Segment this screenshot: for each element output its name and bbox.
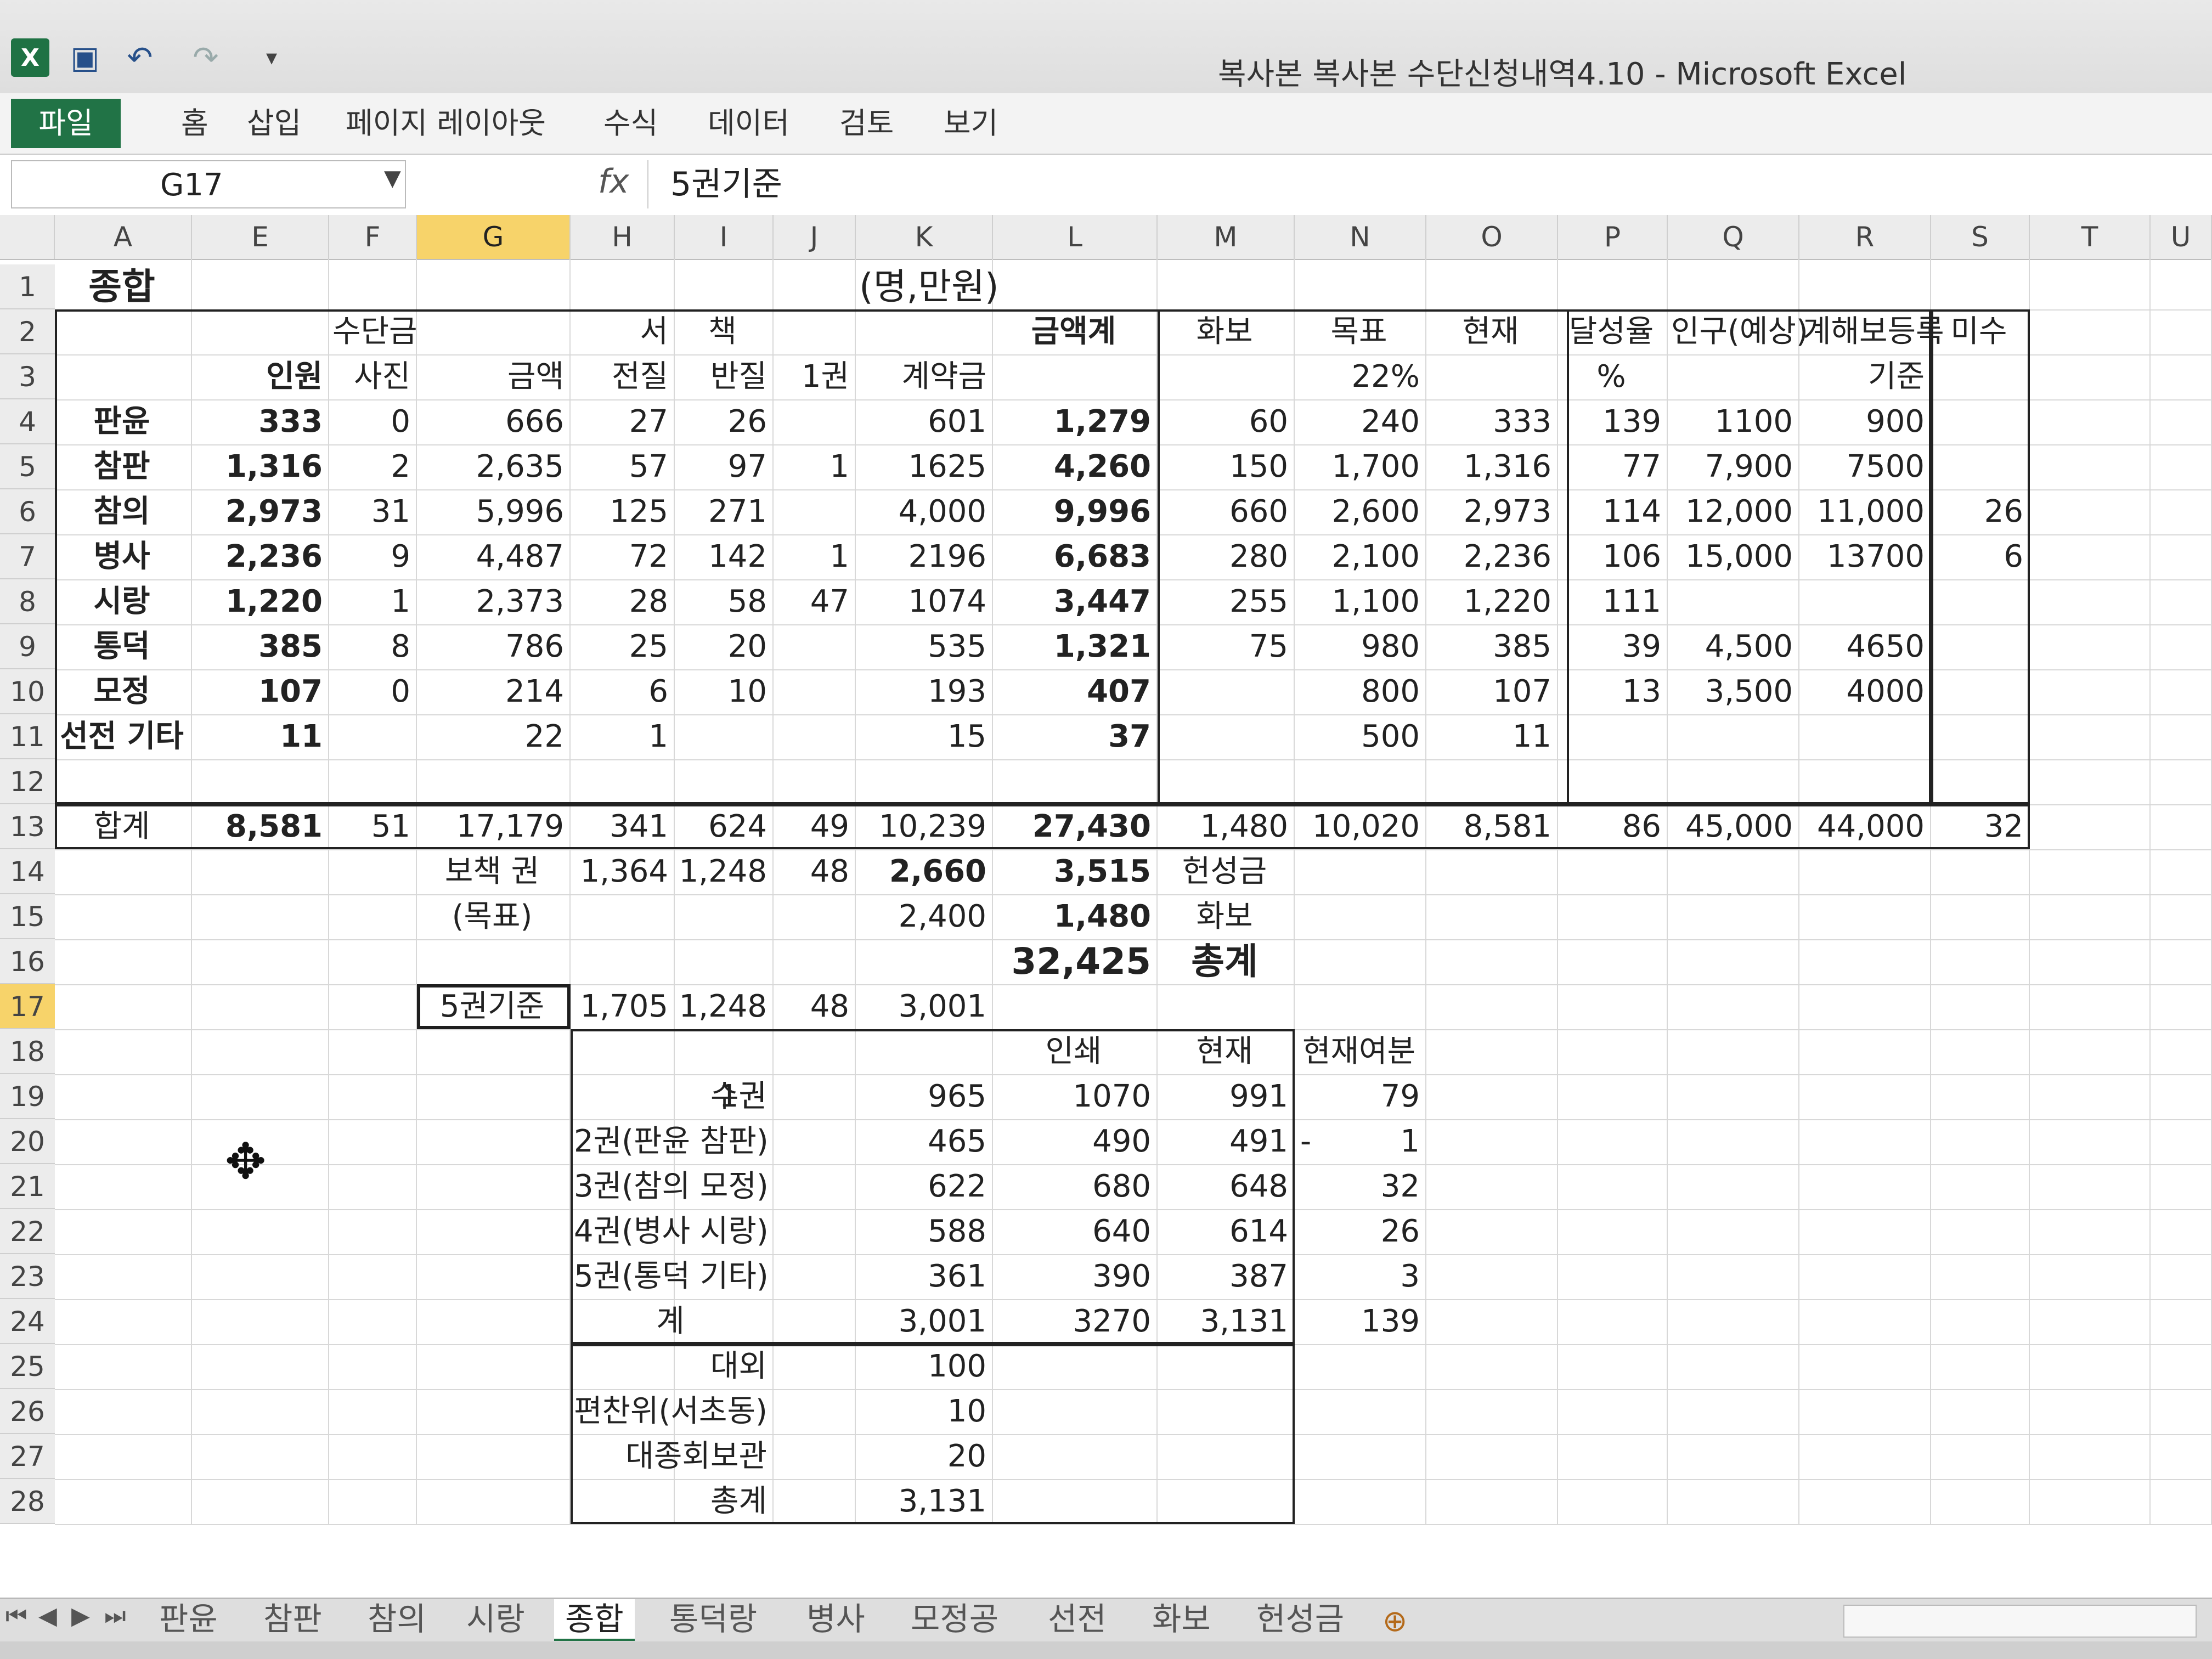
- data-cell[interactable]: 32: [1298, 1164, 1420, 1209]
- data-cell[interactable]: 3,515: [996, 849, 1151, 894]
- insert-function-icon[interactable]: fx: [598, 162, 629, 201]
- next-sheet-icon[interactable]: ▶: [71, 1602, 90, 1630]
- sheet-tab-heonseonggeum[interactable]: 헌성금: [1245, 1599, 1355, 1639]
- totals-row-border: [55, 804, 2030, 849]
- column-header-k[interactable]: K: [856, 215, 993, 259]
- insert-sheet-icon[interactable]: ⊕: [1383, 1604, 1407, 1638]
- column-headers: A E F G H I J K L M N O P Q R S T U: [0, 215, 2212, 260]
- data-cell[interactable]: 79: [1298, 1074, 1420, 1119]
- data-cell[interactable]: 1,364: [574, 849, 668, 894]
- tab-home[interactable]: 홈: [165, 99, 225, 148]
- save-icon[interactable]: ▣: [66, 38, 104, 77]
- tab-view[interactable]: 보기: [927, 99, 1014, 148]
- data-cell[interactable]: 48: [777, 849, 849, 894]
- column-header-l[interactable]: L: [993, 215, 1158, 259]
- sheet-title[interactable]: 종합: [58, 264, 185, 309]
- sheet-tab-sirang[interactable]: 시랑: [455, 1599, 536, 1639]
- data-cell[interactable]: 139: [1298, 1299, 1420, 1344]
- window-title: 복사본 복사본 수단신청내역4.10 - Microsoft Excel: [1218, 57, 1907, 92]
- distribution-table-border: [571, 1344, 1295, 1524]
- grand-total-value[interactable]: 32,425: [996, 939, 1151, 984]
- column-header-a[interactable]: A: [55, 215, 192, 259]
- column-header-j[interactable]: J: [774, 215, 856, 259]
- data-cell[interactable]: 1: [1298, 1119, 1420, 1164]
- misu-column-border: [1931, 309, 2030, 804]
- sheet-tab-chamui[interactable]: 참의: [357, 1599, 437, 1639]
- data-cell[interactable]: 1,248: [678, 984, 767, 1029]
- label-cell[interactable]: 화보: [1161, 894, 1288, 939]
- label-cell[interactable]: 헌성금: [1161, 849, 1288, 894]
- summary-table-border: [55, 309, 1931, 804]
- grand-total-label[interactable]: 총계: [1161, 939, 1288, 984]
- undo-icon[interactable]: ↶: [121, 38, 159, 77]
- tab-data[interactable]: 데이터: [691, 99, 806, 148]
- data-cell[interactable]: 3,001: [859, 984, 986, 1029]
- sheet-tab-jonghap[interactable]: 종합: [554, 1599, 635, 1641]
- tab-file[interactable]: 파일: [11, 99, 121, 148]
- sheet-tab-bar: ⏮ ◀ ▶ ⏭ 판윤 참판 참의 시랑 종합 통덕랑 병사 모정공 선전 화보 …: [0, 1598, 2212, 1643]
- ribbon-tabs: 파일 홈 삽입 페이지 레이아웃 수식 데이터 검토 보기: [0, 93, 2212, 155]
- column-header-f[interactable]: F: [329, 215, 417, 259]
- target-section-border: [1158, 309, 1569, 804]
- column-header-i[interactable]: I: [675, 215, 774, 259]
- column-header-s[interactable]: S: [1931, 215, 2030, 259]
- dash-mark: -: [1300, 1124, 1312, 1159]
- sheet-tab-byeongsa[interactable]: 병사: [795, 1599, 876, 1639]
- data-cell[interactable]: 26: [1298, 1209, 1420, 1254]
- tab-insert[interactable]: 삽입: [230, 99, 318, 148]
- grid-line: [55, 984, 2212, 985]
- formula-input[interactable]: 5권기준: [647, 160, 2183, 208]
- data-cell[interactable]: 48: [777, 984, 849, 1029]
- column-heading[interactable]: 현재여분: [1298, 1029, 1420, 1074]
- data-cell[interactable]: 2,660: [859, 849, 986, 894]
- active-cell-outline: [417, 984, 571, 1029]
- customize-toolbar-icon[interactable]: ▾: [252, 38, 291, 77]
- column-header-q[interactable]: Q: [1668, 215, 1799, 259]
- unit-label[interactable]: (명,만원): [859, 264, 999, 309]
- name-box-dropdown-icon[interactable]: ▼: [384, 166, 401, 191]
- column-header-g[interactable]: G: [417, 215, 571, 259]
- tab-page-layout[interactable]: 페이지 레이아웃: [329, 99, 562, 148]
- sheet-tab-mojeonggong[interactable]: 모정공: [900, 1599, 1009, 1639]
- label-cell[interactable]: 보책 권: [420, 849, 564, 894]
- worksheet-grid[interactable]: A E F G H I J K L M N O P Q R S T U 1234…: [0, 215, 2212, 1598]
- column-header-r[interactable]: R: [1799, 215, 1931, 259]
- last-sheet-icon[interactable]: ⏭: [104, 1602, 126, 1630]
- data-cell[interactable]: 1,705: [574, 984, 668, 1029]
- formula-bar: G17 ▼ fx 5권기준: [0, 155, 2212, 217]
- column-header-h[interactable]: H: [571, 215, 675, 259]
- column-header-n[interactable]: N: [1295, 215, 1426, 259]
- column-header-m[interactable]: M: [1158, 215, 1295, 259]
- cell-cursor-icon: ✥: [225, 1133, 267, 1190]
- select-all-corner[interactable]: [0, 215, 55, 259]
- column-header-o[interactable]: O: [1426, 215, 1558, 259]
- grid-line: [2149, 259, 2151, 1524]
- name-box[interactable]: G17: [11, 160, 406, 208]
- data-cell[interactable]: 1,480: [996, 894, 1151, 939]
- data-cell[interactable]: 3: [1298, 1254, 1420, 1299]
- prev-sheet-icon[interactable]: ◀: [38, 1602, 57, 1630]
- column-header-t[interactable]: T: [2030, 215, 2151, 259]
- data-cell[interactable]: 1,248: [678, 849, 767, 894]
- sheet-tab-panyun[interactable]: 판윤: [148, 1599, 229, 1639]
- horizontal-scrollbar[interactable]: [1843, 1605, 2197, 1638]
- cell-area[interactable]: 종합 (명,만원) 수단금 서 책 금액계 화보 목표 현재 달성율 인구(예상) 계해보등록 미수 인원…: [0, 259, 2212, 1598]
- data-cell[interactable]: 2,400: [859, 894, 986, 939]
- label-cell[interactable]: (목표): [420, 894, 564, 939]
- grid-line: [55, 1524, 2212, 1525]
- first-sheet-icon[interactable]: ⏮: [5, 1602, 27, 1630]
- status-bar: [0, 1641, 2212, 1659]
- sheet-tab-tongdeokrang[interactable]: 통덕랑: [658, 1599, 768, 1639]
- tab-review[interactable]: 검토: [823, 99, 910, 148]
- column-header-p[interactable]: P: [1558, 215, 1668, 259]
- sheet-tab-seonjeon[interactable]: 선전: [1037, 1599, 1118, 1639]
- column-header-e[interactable]: E: [192, 215, 329, 259]
- tab-formulas[interactable]: 수식: [587, 99, 674, 148]
- volume-table-border: [571, 1029, 1295, 1344]
- sheet-tab-champan[interactable]: 참판: [252, 1599, 333, 1639]
- column-header-u[interactable]: U: [2151, 215, 2212, 259]
- sheet-tab-hwabo[interactable]: 화보: [1141, 1599, 1222, 1639]
- redo-icon[interactable]: ↷: [187, 38, 225, 77]
- excel-logo-icon[interactable]: X: [11, 38, 49, 77]
